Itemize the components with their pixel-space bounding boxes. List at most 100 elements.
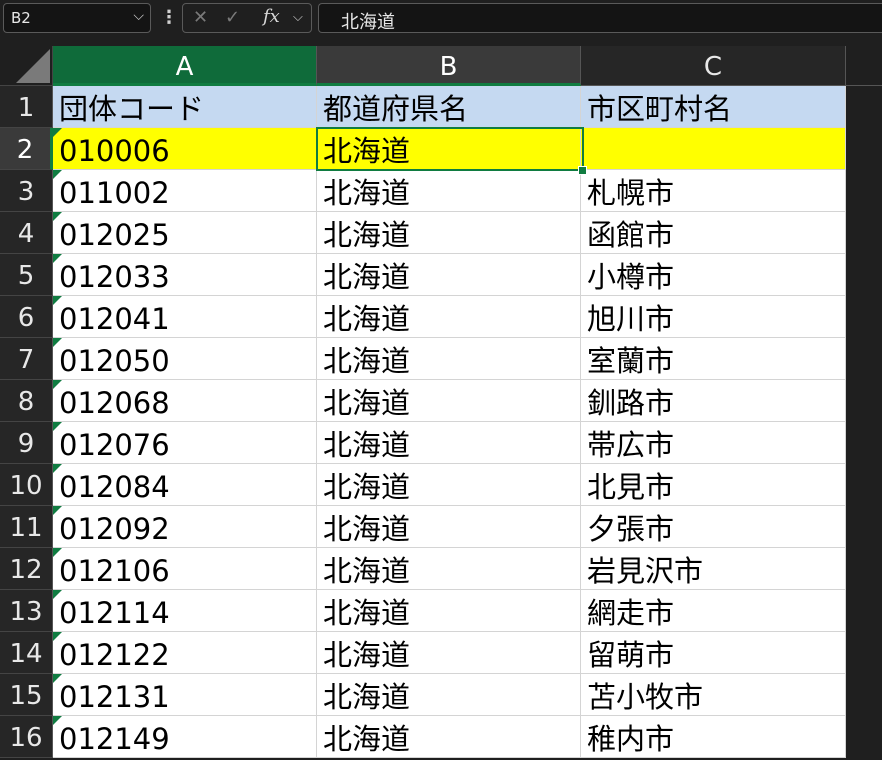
column-header-a[interactable]: A bbox=[53, 46, 317, 86]
cell-text: 留萌市 bbox=[587, 638, 675, 672]
cell-text: 北海道 bbox=[323, 512, 411, 546]
row-header[interactable]: 11 bbox=[0, 506, 53, 548]
cell-c[interactable] bbox=[581, 128, 846, 170]
cell-b[interactable]: 都道府県名 bbox=[317, 86, 581, 128]
row-header[interactable]: 8 bbox=[0, 380, 53, 422]
cancel-icon[interactable]: ✕ bbox=[193, 7, 208, 28]
name-box[interactable]: B2 ⌵ bbox=[3, 3, 151, 33]
cell-text: 北海道 bbox=[323, 218, 411, 252]
cell-a[interactable]: 012084 bbox=[53, 464, 317, 506]
cell-b[interactable]: 北海道 bbox=[317, 128, 581, 170]
cell-a[interactable]: 団体コード bbox=[53, 86, 317, 128]
cell-c[interactable]: 釧路市 bbox=[581, 380, 846, 422]
cell-a[interactable]: 012076 bbox=[53, 422, 317, 464]
cell-b[interactable]: 北海道 bbox=[317, 296, 581, 338]
cell-text: 012041 bbox=[59, 302, 170, 336]
cell-c[interactable]: 北見市 bbox=[581, 464, 846, 506]
cell-text: 012114 bbox=[59, 596, 170, 630]
enter-icon[interactable]: ✓ bbox=[225, 7, 240, 28]
cell-a[interactable]: 012092 bbox=[53, 506, 317, 548]
row-header[interactable]: 12 bbox=[0, 548, 53, 590]
grid-empty-area bbox=[846, 86, 882, 740]
cell-c[interactable]: 夕張市 bbox=[581, 506, 846, 548]
cell-b[interactable]: 北海道 bbox=[317, 338, 581, 380]
cell-text: 011002 bbox=[59, 176, 170, 210]
cell-a[interactable]: 012033 bbox=[53, 254, 317, 296]
row-header[interactable]: 10 bbox=[0, 464, 53, 506]
cell-text: 012149 bbox=[59, 722, 170, 756]
row-header[interactable]: 2 bbox=[0, 128, 53, 170]
row-header[interactable]: 3 bbox=[0, 170, 53, 212]
chevron-down-icon[interactable]: ⌵ bbox=[133, 8, 144, 24]
cell-c[interactable]: 網走市 bbox=[581, 590, 846, 632]
cell-a[interactable]: 012050 bbox=[53, 338, 317, 380]
row-header[interactable]: 15 bbox=[0, 674, 53, 716]
insert-function-icon[interactable]: fx bbox=[263, 6, 280, 27]
cell-a[interactable]: 012025 bbox=[53, 212, 317, 254]
cell-c[interactable]: 函館市 bbox=[581, 212, 846, 254]
cell-text: 北海道 bbox=[323, 260, 411, 294]
error-indicator-icon bbox=[53, 464, 62, 473]
cell-a[interactable]: 012041 bbox=[53, 296, 317, 338]
error-indicator-icon bbox=[53, 422, 62, 431]
column-header-c[interactable]: C bbox=[581, 46, 846, 86]
fill-handle[interactable] bbox=[578, 166, 587, 175]
chevron-down-icon[interactable]: ⌵ bbox=[293, 10, 303, 25]
cell-text: 岩見沢市 bbox=[587, 554, 704, 588]
cell-b[interactable]: 北海道 bbox=[317, 170, 581, 212]
cell-c[interactable]: 稚内市 bbox=[581, 716, 846, 758]
cell-c[interactable]: 室蘭市 bbox=[581, 338, 846, 380]
cell-c[interactable]: 苫小牧市 bbox=[581, 674, 846, 716]
cell-a[interactable]: 012131 bbox=[53, 674, 317, 716]
formula-input[interactable]: 北海道 bbox=[318, 3, 882, 33]
error-indicator-icon bbox=[53, 254, 62, 263]
cell-a[interactable]: 012106 bbox=[53, 548, 317, 590]
cell-b[interactable]: 北海道 bbox=[317, 506, 581, 548]
cell-b[interactable]: 北海道 bbox=[317, 716, 581, 758]
row-header[interactable]: 7 bbox=[0, 338, 53, 380]
error-indicator-icon bbox=[53, 170, 62, 179]
row-header[interactable]: 1 bbox=[0, 86, 53, 128]
cell-b[interactable]: 北海道 bbox=[317, 632, 581, 674]
cell-c[interactable]: 小樽市 bbox=[581, 254, 846, 296]
cell-b[interactable]: 北海道 bbox=[317, 254, 581, 296]
cell-b[interactable]: 北海道 bbox=[317, 548, 581, 590]
row-header[interactable]: 16 bbox=[0, 716, 53, 758]
cell-b[interactable]: 北海道 bbox=[317, 590, 581, 632]
cell-text: 北海道 bbox=[323, 596, 411, 630]
row-header[interactable]: 5 bbox=[0, 254, 53, 296]
cell-c[interactable]: 留萌市 bbox=[581, 632, 846, 674]
cell-text: 012025 bbox=[59, 218, 170, 252]
cell-text: 北海道 bbox=[323, 344, 411, 378]
select-all-button[interactable] bbox=[0, 46, 53, 86]
cell-text: 帯広市 bbox=[587, 428, 675, 462]
cell-a[interactable]: 010006 bbox=[53, 128, 317, 170]
cell-c[interactable]: 旭川市 bbox=[581, 296, 846, 338]
cell-a[interactable]: 011002 bbox=[53, 170, 317, 212]
cell-a[interactable]: 012122 bbox=[53, 632, 317, 674]
cell-b[interactable]: 北海道 bbox=[317, 380, 581, 422]
cell-a[interactable]: 012068 bbox=[53, 380, 317, 422]
drag-handle-icon[interactable]: ⋮ bbox=[160, 8, 178, 28]
cell-c[interactable]: 岩見沢市 bbox=[581, 548, 846, 590]
formula-buttons: ✕ ✓ fx ⌵ bbox=[182, 3, 312, 33]
row-header[interactable]: 13 bbox=[0, 590, 53, 632]
cell-b[interactable]: 北海道 bbox=[317, 422, 581, 464]
cell-a[interactable]: 012149 bbox=[53, 716, 317, 758]
cell-text: 012106 bbox=[59, 554, 170, 588]
column-header-b[interactable]: B bbox=[317, 46, 581, 86]
cell-c[interactable]: 帯広市 bbox=[581, 422, 846, 464]
cell-text: 旭川市 bbox=[587, 302, 675, 336]
cell-a[interactable]: 012114 bbox=[53, 590, 317, 632]
column-header-d[interactable] bbox=[846, 46, 882, 86]
error-indicator-icon bbox=[53, 590, 62, 599]
cell-b[interactable]: 北海道 bbox=[317, 674, 581, 716]
row-header[interactable]: 6 bbox=[0, 296, 53, 338]
row-header[interactable]: 4 bbox=[0, 212, 53, 254]
row-header[interactable]: 14 bbox=[0, 632, 53, 674]
cell-b[interactable]: 北海道 bbox=[317, 212, 581, 254]
row-header[interactable]: 9 bbox=[0, 422, 53, 464]
cell-c[interactable]: 札幌市 bbox=[581, 170, 846, 212]
cell-c[interactable]: 市区町村名 bbox=[581, 86, 846, 128]
cell-b[interactable]: 北海道 bbox=[317, 464, 581, 506]
